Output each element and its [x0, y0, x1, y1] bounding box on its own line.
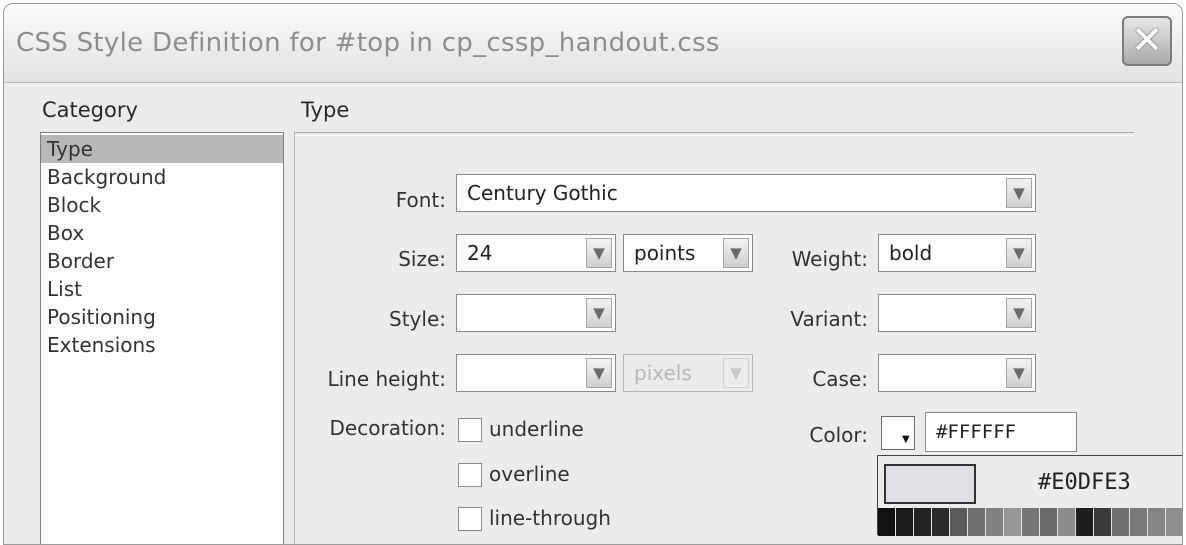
category-item-block[interactable]: Block: [41, 191, 283, 219]
swatch-arrow-icon: ▼: [902, 434, 910, 445]
category-heading: Category: [42, 98, 138, 122]
title-bar[interactable]: CSS Style Definition for #top in cp_cssp…: [4, 4, 1182, 83]
chevron-down-icon[interactable]: ▼: [586, 298, 612, 328]
color-swatch[interactable]: [1004, 508, 1022, 536]
color-swatch[interactable]: [1058, 508, 1076, 536]
color-swatch[interactable]: [1148, 508, 1166, 536]
case-select[interactable]: ▼: [878, 354, 1036, 392]
color-picker-popup[interactable]: #E0DFE3: [877, 455, 1182, 536]
variant-select[interactable]: ▼: [878, 294, 1036, 332]
panel-border: [294, 133, 295, 544]
color-swatch[interactable]: [1166, 508, 1182, 536]
line-through-label: line-through: [489, 506, 611, 530]
chevron-down-icon[interactable]: ▼: [586, 358, 612, 388]
weight-value: bold: [889, 241, 933, 265]
line-height-combo[interactable]: ▼: [456, 354, 616, 392]
color-swatch-button[interactable]: ▼: [881, 416, 915, 450]
variant-label: Variant:: [790, 307, 868, 331]
chevron-down-icon[interactable]: ▼: [1006, 238, 1032, 268]
underline-label: underline: [489, 417, 584, 441]
color-preview: [884, 464, 976, 504]
color-palette[interactable]: [878, 508, 1182, 536]
font-value: Century Gothic: [467, 181, 618, 205]
color-swatch[interactable]: [1076, 508, 1094, 536]
line-height-label: Line height:: [327, 367, 446, 391]
color-swatch[interactable]: [1022, 508, 1040, 536]
weight-label: Weight:: [791, 247, 868, 271]
line-height-unit-select: pixels ▼: [623, 354, 753, 392]
decoration-label: Decoration:: [329, 416, 446, 440]
color-swatch[interactable]: [878, 508, 896, 536]
category-item-extensions[interactable]: Extensions: [41, 331, 283, 359]
panel-heading: Type: [301, 98, 350, 122]
window-title: CSS Style Definition for #top in cp_cssp…: [16, 28, 720, 58]
category-item-box[interactable]: Box: [41, 219, 283, 247]
chevron-down-icon[interactable]: ▼: [1006, 298, 1032, 328]
color-swatch[interactable]: [950, 508, 968, 536]
chevron-down-icon[interactable]: ▼: [1006, 358, 1032, 388]
font-label: Font:: [395, 188, 446, 212]
color-swatch[interactable]: [1130, 508, 1148, 536]
color-swatch[interactable]: [914, 508, 932, 536]
category-item-border[interactable]: Border: [41, 247, 283, 275]
font-select[interactable]: Century Gothic ▼: [456, 174, 1036, 212]
size-combo[interactable]: 24 ▼: [456, 234, 616, 272]
category-item-background[interactable]: Background: [41, 163, 283, 191]
size-label: Size:: [398, 247, 446, 271]
close-button[interactable]: ✕: [1122, 16, 1172, 66]
color-swatch[interactable]: [1112, 508, 1130, 536]
close-icon: ✕: [1131, 18, 1163, 62]
color-swatch[interactable]: [986, 508, 1004, 536]
weight-select[interactable]: bold ▼: [878, 234, 1036, 272]
underline-checkbox[interactable]: [458, 418, 482, 442]
chevron-down-icon[interactable]: ▼: [723, 238, 749, 268]
size-unit-select[interactable]: points ▼: [623, 234, 753, 272]
category-list[interactable]: Type Background Block Box Border List Po…: [40, 132, 284, 544]
category-item-positioning[interactable]: Positioning: [41, 303, 283, 331]
overline-label: overline: [489, 462, 570, 486]
overline-checkbox[interactable]: [458, 463, 482, 487]
chevron-down-icon[interactable]: ▼: [1006, 178, 1032, 208]
category-item-list[interactable]: List: [41, 275, 283, 303]
color-picker-hex: #E0DFE3: [1038, 470, 1131, 495]
line-through-checkbox[interactable]: [458, 507, 482, 531]
css-style-definition-dialog: CSS Style Definition for #top in cp_cssp…: [3, 3, 1183, 545]
color-swatch[interactable]: [896, 508, 914, 536]
color-input[interactable]: #FFFFFF: [925, 412, 1077, 452]
style-label: Style:: [389, 307, 446, 331]
size-unit-value: points: [634, 241, 696, 265]
case-label: Case:: [812, 367, 868, 391]
chevron-down-icon: ▼: [723, 358, 749, 388]
color-swatch[interactable]: [1094, 508, 1112, 536]
style-select[interactable]: ▼: [456, 294, 616, 332]
color-swatch[interactable]: [932, 508, 950, 536]
color-swatch[interactable]: [1040, 508, 1058, 536]
size-value: 24: [467, 241, 493, 265]
panel-divider: [294, 132, 1134, 136]
color-label: Color:: [809, 423, 868, 447]
category-item-type[interactable]: Type: [41, 135, 283, 163]
chevron-down-icon[interactable]: ▼: [586, 238, 612, 268]
color-swatch[interactable]: [968, 508, 986, 536]
line-height-unit-value: pixels: [634, 361, 692, 385]
